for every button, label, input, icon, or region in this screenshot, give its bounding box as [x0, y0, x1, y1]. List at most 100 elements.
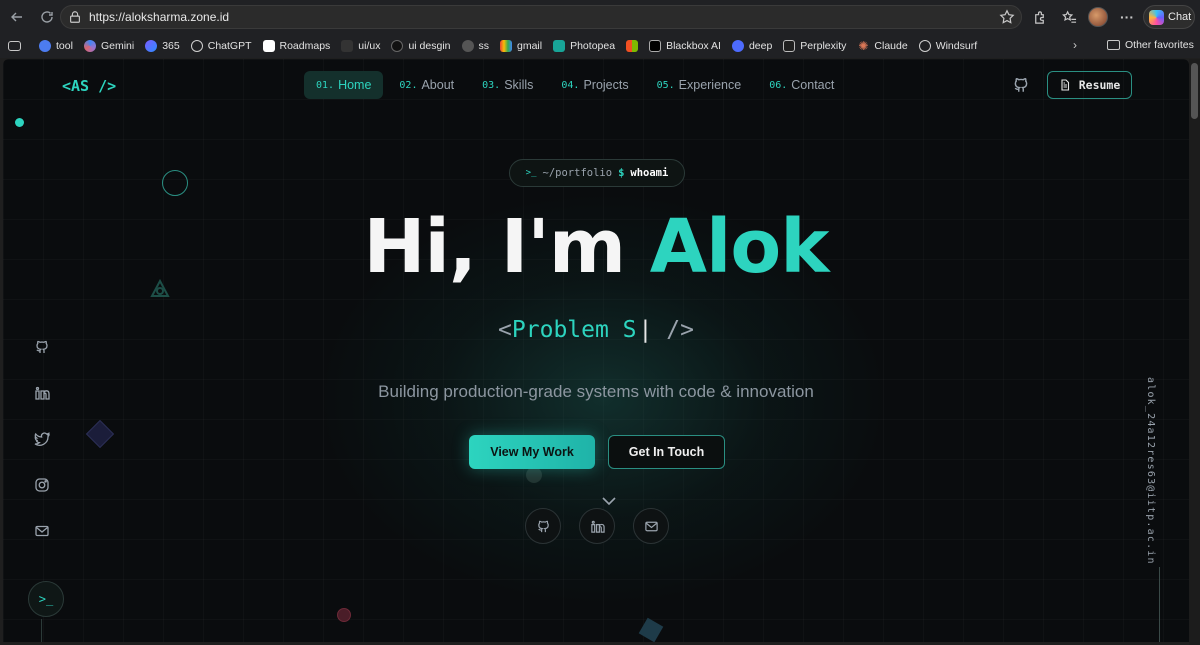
hero-name: Alok [649, 204, 830, 290]
terminal-prompt-icon: >_ [525, 168, 537, 178]
nav-contact[interactable]: 06. Contact [757, 71, 846, 99]
scrollbar-thumb[interactable] [1191, 63, 1198, 119]
favorite-star-icon[interactable] [999, 9, 1015, 25]
reading-icon [8, 41, 21, 51]
cmd-path: ~/portfolio [542, 167, 613, 179]
github-icon[interactable] [1012, 76, 1030, 94]
nav-skills[interactable]: 03. Skills [470, 71, 545, 99]
bookmark-ui-design[interactable]: ui desgin [391, 40, 451, 52]
hero-social-links [525, 508, 669, 544]
url-text: https://aloksharma.zone.id [89, 10, 230, 24]
typed-caret: | [638, 317, 653, 343]
get-in-touch-button[interactable]: Get In Touch [608, 435, 725, 469]
browser-toolbar: https://aloksharma.zone.id ··· Chat [0, 0, 1200, 34]
bookmark-ss[interactable]: ss [461, 40, 489, 52]
address-bar[interactable]: https://aloksharma.zone.id [60, 5, 1022, 29]
gmail-icon [500, 40, 512, 52]
extensions-button[interactable] [1028, 6, 1050, 28]
decor-red-dot [337, 608, 351, 622]
tool-favicon [39, 40, 51, 52]
hero-heading: Hi, I'm Alok [3, 204, 1189, 290]
deepseek-favicon [731, 40, 744, 52]
hero-github-link[interactable] [525, 508, 561, 544]
nav-projects[interactable]: 04. Projects [549, 71, 640, 99]
folder-icon [1107, 40, 1120, 50]
bookmark-tool[interactable]: tool [39, 40, 73, 52]
favorites-list-icon [1061, 9, 1076, 23]
bookmarks-bar: tool Gemini 365 ChatGPT Roadmaps ui/ux u… [0, 34, 1200, 58]
profile-avatar[interactable] [1088, 7, 1108, 27]
instagram-icon [35, 478, 49, 492]
page-scrollbar[interactable] [1189, 59, 1200, 645]
nav-home[interactable]: 01. Home [304, 71, 384, 99]
vertical-email-link[interactable]: alok_24a12res63@iitp.ac.in [1145, 377, 1156, 565]
hero-greeting: Hi, I'm [363, 204, 650, 290]
site-info-icon[interactable] [67, 9, 83, 25]
bookmark-reading-list[interactable] [8, 41, 21, 51]
nav-experience[interactable]: 05. Experience [645, 71, 754, 99]
rail-twitter-link[interactable] [33, 429, 51, 449]
bookmark-windsurf[interactable]: Windsurf [918, 40, 977, 52]
bookmark-roadmaps[interactable]: Roadmaps [262, 40, 330, 52]
decor-dot [15, 118, 24, 127]
hero-subtitle: Building production-grade systems with c… [378, 382, 814, 401]
favorites-button[interactable] [1058, 6, 1080, 28]
bookmark-microsoft[interactable] [626, 40, 639, 52]
github-icon [537, 520, 549, 532]
document-icon [1061, 79, 1069, 91]
roadmaps-favicon [262, 40, 275, 52]
globe-icon [918, 40, 931, 52]
chevron-down-icon[interactable] [601, 495, 617, 507]
refresh-button[interactable] [36, 6, 58, 28]
more-menu-button[interactable]: ··· [1116, 6, 1138, 28]
rail-instagram-link[interactable] [33, 475, 51, 495]
other-favorites[interactable]: Other favorites [1107, 39, 1194, 51]
bookmark-blackbox[interactable]: Blackbox AI [649, 40, 721, 52]
linkedin-icon [590, 520, 605, 533]
chevron-right-icon[interactable]: › [1073, 38, 1077, 52]
bookmark-deep[interactable]: deep [731, 40, 772, 52]
blackbox-favicon [649, 40, 662, 52]
puzzle-icon [1034, 10, 1044, 24]
copilot-chat-button[interactable]: Chat [1143, 5, 1195, 29]
refresh-icon [41, 11, 53, 23]
page-viewport: <AS /> 01. Home 02. About 03. Skills 04. Pro… [3, 59, 1189, 642]
back-button[interactable] [6, 6, 28, 28]
resume-button[interactable]: Resume [1047, 71, 1132, 99]
bookmark-uiux[interactable]: ui/ux [341, 40, 380, 52]
typed-role: <Problem S| /> [498, 317, 694, 343]
bookmark-claude[interactable]: ✺ Claude [857, 40, 907, 52]
arrow-left-icon [11, 12, 22, 22]
cmd-command: whoami [630, 167, 669, 179]
bookmark-perplexity[interactable]: Perplexity [783, 40, 846, 52]
rail-divider [41, 619, 42, 642]
twitter-icon [34, 432, 50, 446]
uiux-favicon [341, 40, 354, 52]
decor-circle [526, 467, 542, 483]
bookmark-chatgpt[interactable]: ChatGPT [190, 40, 252, 52]
decor-ring [162, 170, 188, 196]
chatgpt-favicon [190, 40, 203, 52]
bookmark-photopea[interactable]: Photopea [553, 40, 615, 52]
bookmark-gemini[interactable]: Gemini [83, 40, 134, 52]
gemini-favicon [83, 40, 96, 52]
bookmark-365[interactable]: 365 [145, 40, 180, 52]
ss-favicon [461, 40, 474, 52]
rail-email-link[interactable] [33, 521, 51, 541]
mail-icon [644, 521, 658, 531]
ui-design-favicon [391, 40, 404, 52]
main-nav: 01. Home 02. About 03. Skills 04. Projects 0… [304, 71, 846, 99]
hero-email-link[interactable] [633, 508, 669, 544]
office-favicon [145, 40, 158, 52]
terminal-button[interactable]: >_ [28, 581, 64, 617]
bookmark-gmail[interactable]: gmail [500, 40, 542, 52]
command-pill: >_ ~/portfolio $ whoami [509, 159, 685, 187]
site-logo[interactable]: <AS /> [62, 77, 116, 95]
chat-label: Chat [1168, 11, 1192, 23]
nav-about[interactable]: 02. About [387, 71, 466, 99]
typed-text: Problem S [511, 317, 637, 343]
view-my-work-button[interactable]: View My Work [469, 435, 595, 469]
copilot-icon [1149, 9, 1164, 25]
photopea-favicon [553, 40, 566, 52]
hero-linkedin-link[interactable] [579, 508, 615, 544]
